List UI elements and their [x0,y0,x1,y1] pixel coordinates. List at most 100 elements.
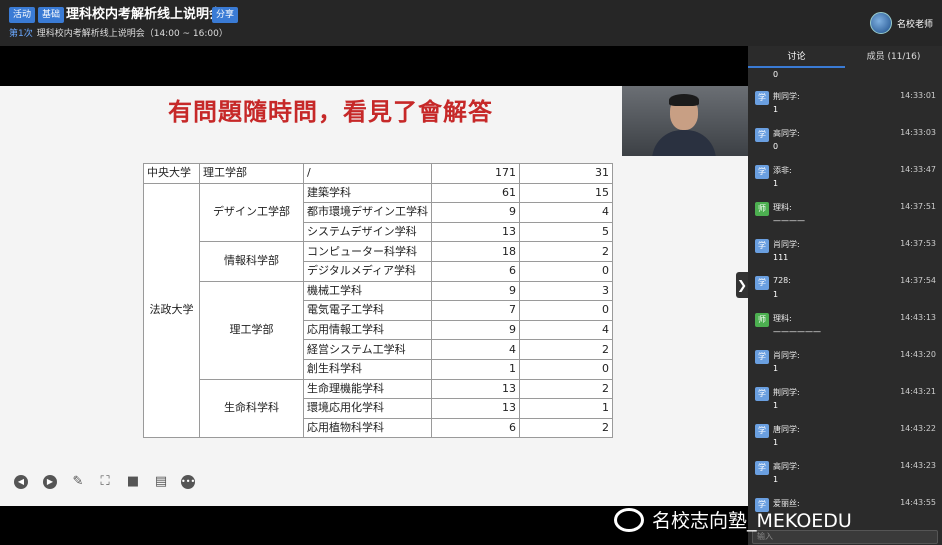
message-time: 14:43:22 [900,424,936,433]
tab-discussion[interactable]: 讨论 [748,46,845,68]
presenter-body [652,130,716,156]
session-number: 第1次 [9,29,33,39]
chat-message: 学荆同学: 14:33:01 1 [748,86,938,123]
org-logo-icon [870,12,892,34]
value-cell: 0 [519,358,613,380]
slide-area: 有問題隨時問，看見了會解答 中央大学 理工学部 / 171 31 法政大学 デザ… [0,86,748,506]
collapse-chevron-icon[interactable]: ❯ [736,272,748,298]
value-cell: 0 [519,260,613,282]
message-text: 1 [773,401,779,410]
presenter-hair [669,94,699,106]
more-icon[interactable]: ••• [181,475,195,489]
share-button[interactable]: 分享 [212,7,239,23]
department-cell: 経営システム工学科 [303,339,432,360]
message-sender: 添非: [773,166,792,175]
department-cell: 創生科学科 [303,358,432,380]
table-cell: 171 [431,163,520,184]
department-cell: 生命理機能学科 [303,378,432,400]
message-sender: 高同学: [773,462,800,471]
chat-list[interactable]: 0 学荆同学: 14:33:01 1 学高同学: 14:33:03 0 学添非: 14:33:… [748,68,942,526]
avatar: 学 [755,276,769,290]
department-cell: デジタルメディア学科 [303,260,432,282]
table-row: 情報科学部 コンピューター科学科 18 2 [144,241,613,282]
value-cell: 61 [431,182,520,204]
sidebar-tabs: 讨论 成员 (11/16) [748,46,942,68]
screenshot-icon[interactable]: ⛶ [98,475,112,489]
value-cell: 7 [431,300,520,321]
slide-heading: 有問題隨時問，看見了會解答 [168,98,493,126]
avatar: 师 [755,202,769,216]
message-time: 14:33:01 [900,91,936,100]
message-time: 14:37:54 [900,276,936,285]
message-sender: 理科: [773,314,792,323]
webcam-video[interactable] [622,86,748,156]
chat-message: 学唐同学: 14:43:22 1 [748,419,938,456]
faculty-cell: 理工学部 [199,280,304,380]
value-cell: 4 [519,319,613,341]
message-sender: 理科: [773,203,792,212]
app-window: 活动 基础 理科校内考解析线上说明会 分享 第1次 理科校内考解析线上说明会（14… [0,0,942,545]
avatar: 学 [755,424,769,438]
department-cell: 建築学科 [303,182,432,204]
department-cell: 都市環境デザイン工学科 [303,202,432,223]
message-time: 14:43:20 [900,350,936,359]
org-name: 名校老师 [897,20,934,30]
message-time: 14:43:13 [900,313,936,322]
top-black-band [0,46,748,86]
header-bar: 活动 基础 理科校内考解析线上说明会 分享 第1次 理科校内考解析线上说明会（14… [0,0,942,46]
avatar: 师 [755,313,769,327]
table-row: 中央大学 理工学部 / 171 31 [143,163,613,184]
department-cell: 機械工学科 [303,280,432,302]
value-cell: 3 [519,280,613,302]
chat-message: 学荆同学: 14:43:21 1 [748,382,938,419]
admission-table: 中央大学 理工学部 / 171 31 法政大学 デザイン工学部 建築学科 61 … [143,163,613,439]
message-text: 1 [773,475,779,484]
value-cell: 13 [431,221,520,243]
play-icon[interactable]: ▶ [43,475,57,489]
chat-message: 学高同学: 14:33:03 0 [748,123,938,160]
avatar: 学 [755,128,769,142]
value-cell: 2 [519,241,613,262]
table-cell: / [303,163,432,184]
tab-members[interactable]: 成员 (11/16) [845,46,942,68]
value-cell: 0 [519,300,613,321]
value-cell: 9 [431,319,520,341]
value-cell: 5 [519,221,613,243]
message-time: 14:43:55 [900,498,936,507]
value-cell: 2 [519,417,613,439]
avatar: 学 [755,461,769,475]
chat-message: 学肖同学: 14:43:20 1 [748,345,938,382]
university-cell: 法政大学 [143,182,200,439]
chat-icon[interactable]: ▤ [154,475,168,489]
department-cell: 応用情報工学科 [303,319,432,341]
camera-icon[interactable]: ■ [126,475,140,489]
message-time: 14:43:23 [900,461,936,470]
message-sender: 肖同学: [773,351,800,360]
value-cell: 1 [431,358,520,380]
message-sender: 728: [773,276,791,285]
table-cell: 31 [519,163,613,184]
faculty-cell: 生命科学科 [199,378,304,439]
message-time: 14:33:47 [900,165,936,174]
activity-badge[interactable]: 活动 [9,7,36,23]
message-sender: 高同学: [773,129,800,138]
basic-badge[interactable]: 基础 [38,7,65,23]
value-cell: 9 [431,202,520,223]
table-cell: 理工学部 [199,163,304,184]
table-row: 法政大学 デザイン工学部 建築学科 61 15 [143,182,613,439]
chat-message: 学添非: 14:33:47 1 [748,160,938,197]
message-text: 0 [773,142,779,151]
value-cell: 2 [519,339,613,360]
value-cell: 1 [519,398,613,419]
message-sender: 肖同学: [773,240,800,249]
pen-icon[interactable]: ✎ [71,475,85,489]
value-cell: 18 [431,241,520,262]
department-cell: システムデザイン学科 [303,221,432,243]
message-text: 1 [773,179,779,188]
session-title: 理科校内考解析线上说明会（14:00 ~ 16:00） [36,29,228,39]
message-text: 1 [773,438,779,447]
department-cell: 電気電子工学科 [303,300,432,321]
avatar: 学 [755,165,769,179]
prev-icon[interactable]: ◀ [14,475,28,489]
value-cell: 13 [431,398,520,419]
